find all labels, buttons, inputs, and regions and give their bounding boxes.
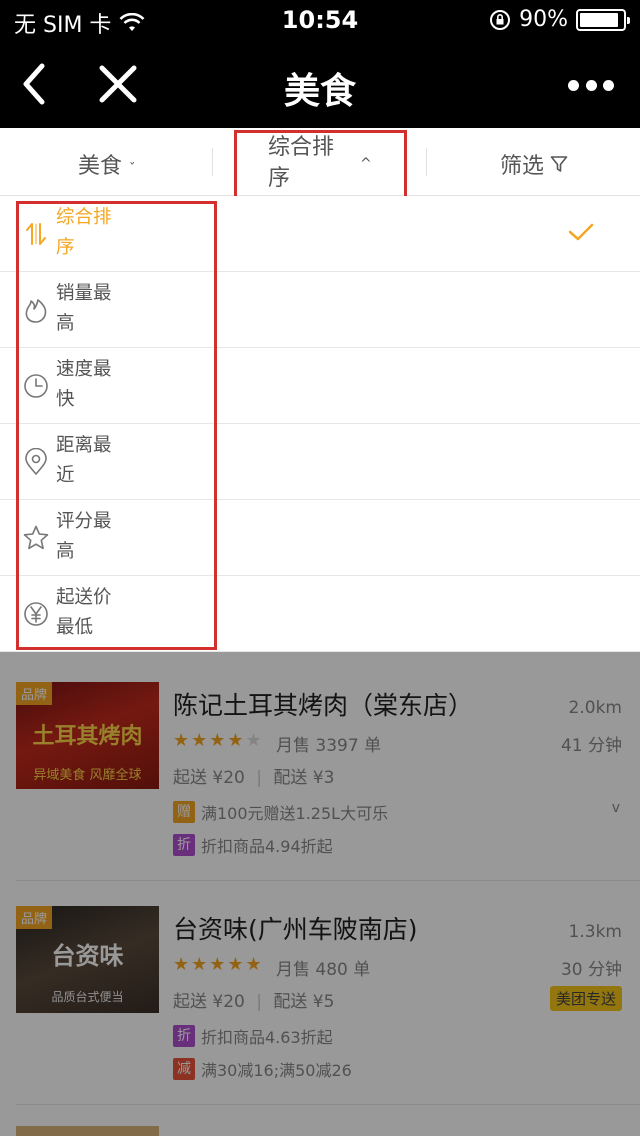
more-dot [603,79,614,91]
battery-icon [576,8,630,31]
orientation-lock-icon [490,9,511,30]
battery-fill [580,12,618,27]
checkmark-icon [568,223,594,241]
more-dot [585,79,597,91]
divider [426,148,427,176]
status-bar: 无 SIM 卡 10:54 90% [0,0,640,40]
dim-overlay[interactable] [0,652,640,1136]
divider [212,148,213,176]
nav-bar: 美食 [0,40,640,128]
tab-filter[interactable]: 筛选 [500,148,568,180]
tab-filter-label: 筛选 [500,154,545,179]
battery-percent: 90% [519,7,568,32]
page-title: 美食 [283,71,356,112]
more-dot [568,79,579,91]
status-right: 90% [489,7,630,32]
chevron-down-icon: ˇ [129,162,136,177]
more-icon[interactable] [568,70,614,100]
tab-category-label: 美食 [78,154,123,179]
tab-category[interactable]: 美食 ˇ [78,148,136,180]
highlight-box-sort-options [16,201,217,650]
page: 无 SIM 卡 10:54 90% 美食 美食 ˇ 综合排序 ^ 筛选 综合排序… [0,0,640,1136]
funnel-icon [550,156,568,172]
